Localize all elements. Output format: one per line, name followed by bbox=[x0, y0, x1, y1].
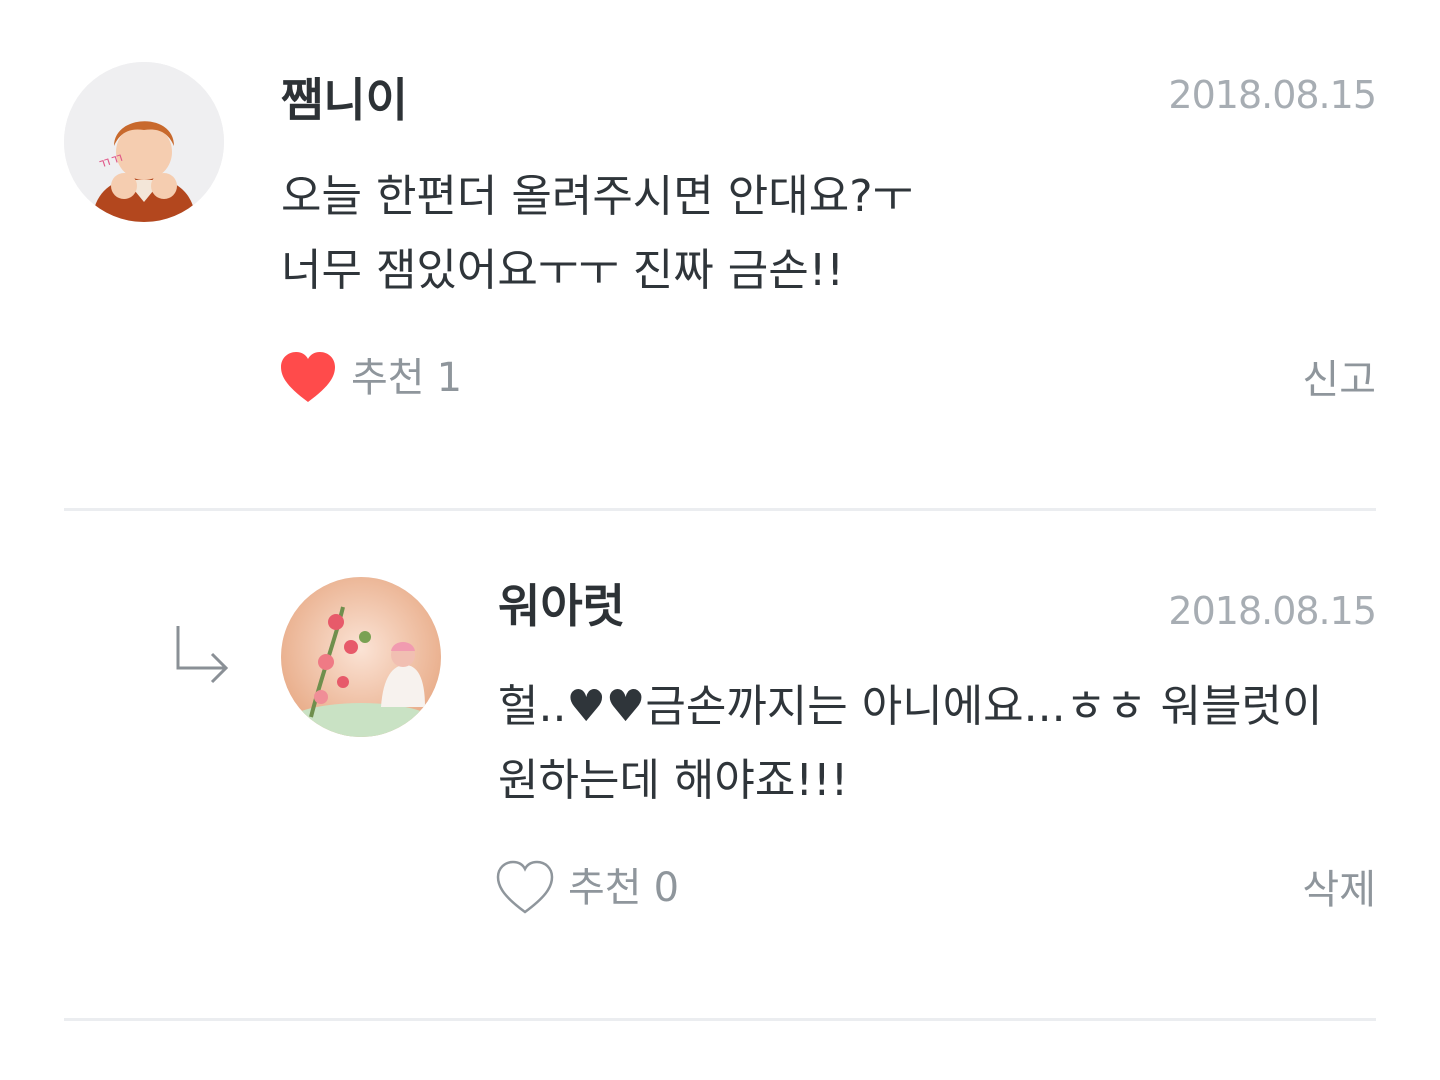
comment-body-line: 헐..♥♥금손까지는 아니에요...ㅎㅎ 워블럿이 bbox=[498, 681, 1323, 732]
reply-item: 워아럿 2018.08.15 헐..♥♥금손까지는 아니에요...ㅎㅎ 워블럿이… bbox=[0, 512, 1440, 1020]
comment-date: 2018.08.15 bbox=[1168, 589, 1377, 633]
avatar[interactable] bbox=[281, 577, 441, 737]
comment-item: ㄲㄲ 쨈니이 2018.08.15 오늘 한편더 올려주시면 안대요?ㅜ 너무 … bbox=[0, 0, 1440, 510]
comment-actions: 추천 1 신고 bbox=[0, 346, 1440, 416]
delete-button[interactable]: 삭제 bbox=[1302, 864, 1376, 916]
divider bbox=[64, 1018, 1376, 1021]
avatar-photo bbox=[281, 577, 441, 737]
heart-filled-icon bbox=[281, 352, 335, 402]
like-label: 추천 bbox=[568, 865, 642, 911]
comment-body-line: 원하는데 해야죠!!! bbox=[498, 755, 849, 806]
comment-body: 오늘 한편더 올려주시면 안대요?ㅜ 너무 잼있어요ㅜㅜ 진짜 금손!! bbox=[281, 160, 913, 308]
like-count: 1 bbox=[436, 355, 463, 401]
like-count: 0 bbox=[653, 865, 680, 911]
author-name[interactable]: 워아럿 bbox=[498, 578, 625, 634]
like-label: 추천 bbox=[351, 355, 425, 401]
like-button[interactable]: 추천 1 bbox=[279, 350, 462, 406]
avatar[interactable]: ㄲㄲ bbox=[64, 62, 224, 222]
comment-body-line: 너무 잼있어요ㅜㅜ 진짜 금손!! bbox=[281, 245, 844, 296]
report-button[interactable]: 신고 bbox=[1302, 354, 1376, 406]
comment-body: 헐..♥♥금손까지는 아니에요...ㅎㅎ 워블럿이 원하는데 해야죠!!! bbox=[498, 670, 1322, 818]
comment-body-line: 오늘 한편더 올려주시면 안대요?ㅜ bbox=[281, 171, 914, 222]
heart-outline-icon bbox=[496, 860, 554, 914]
author-name[interactable]: 쨈니이 bbox=[281, 72, 408, 128]
divider bbox=[64, 508, 1376, 511]
reply-arrow-icon bbox=[176, 626, 229, 684]
comment-date: 2018.08.15 bbox=[1168, 73, 1377, 117]
avatar-photo: ㄲㄲ bbox=[64, 62, 224, 222]
comment-actions: 추천 0 삭제 bbox=[0, 856, 1440, 926]
like-button[interactable]: 추천 0 bbox=[496, 860, 679, 916]
